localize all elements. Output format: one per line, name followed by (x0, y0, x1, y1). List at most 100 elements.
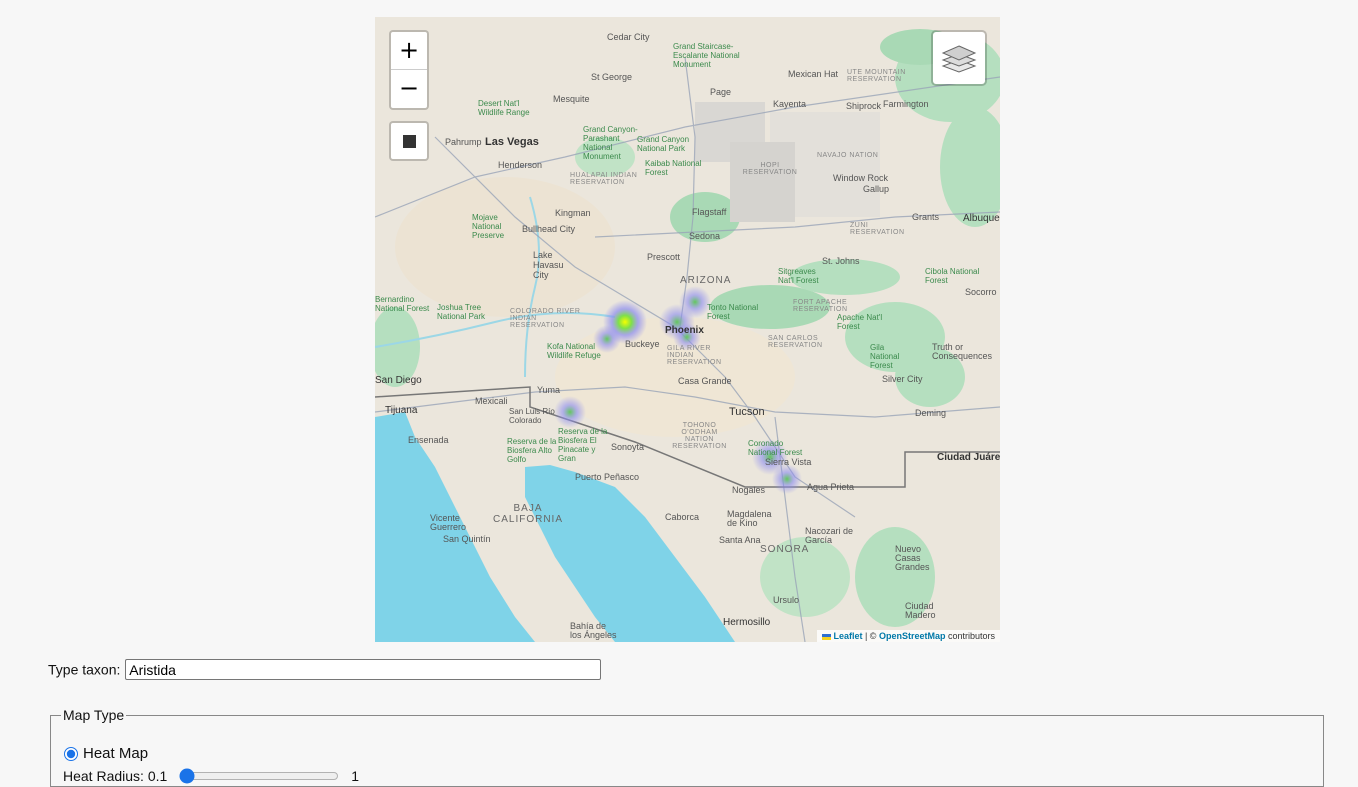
map-label: Prescott (647, 252, 681, 262)
map-label: Nuevo Casas Grandes (895, 544, 930, 572)
map-label: Grand Staircase-Escalante National Monum… (673, 42, 740, 69)
attribution-separator: | © (862, 631, 879, 641)
map-type-legend: Map Type (63, 707, 125, 723)
heat-radius-max-label: 1 (351, 768, 360, 784)
map-label: Vicente Guerrero (430, 513, 467, 532)
heat-map-option: Heat Map (64, 745, 148, 762)
map-label: Bullhead City (522, 224, 576, 234)
map-view[interactable]: Cedar City Grand Staircase-Escalante Nat… (375, 17, 1000, 642)
ukraine-flag-icon (822, 633, 832, 640)
map-label: Bernardino National Forest (375, 295, 430, 313)
map-label: Cibola National Forest (925, 267, 980, 285)
map-label: COLORADO RIVER INDIAN RESERVATION (510, 308, 581, 329)
map-label: Las Vegas (485, 136, 539, 148)
map-label: Ursulo (773, 595, 800, 605)
map-label: Nogales (732, 485, 766, 495)
heat-radius-row: Heat Radius: 0.1 1 (63, 768, 359, 784)
openstreetmap-link[interactable]: OpenStreetMap (879, 631, 946, 641)
map-label: Casa Grande (678, 376, 732, 386)
heat-map-radio[interactable] (64, 746, 78, 761)
map-label: Santa Ana (719, 535, 761, 545)
map-label: Puerto Peñasco (575, 472, 640, 482)
draw-rectangle-button[interactable] (389, 121, 429, 161)
map-label: Kaibab National Forest (645, 159, 702, 177)
map-label: TOHONO O'ODHAM NATION RESERVATION (672, 422, 727, 450)
layers-icon (941, 45, 977, 73)
map-label: St. Johns (822, 256, 860, 266)
zoom-out-button[interactable]: − (391, 70, 427, 107)
map-label: Apache Nat'l Forest (837, 313, 883, 331)
taxon-label: Type taxon: (48, 661, 121, 678)
heat-map-label: Heat Map (83, 745, 149, 762)
map-label: Coronado National Forest (748, 439, 803, 457)
map-label: Reserva de la Biosfera Alto Golfo (507, 437, 557, 464)
map-label: Mexicali (475, 396, 508, 406)
map-label: Grants (912, 212, 940, 222)
map-label: Henderson (498, 160, 543, 170)
map-label: Mexican Hat (788, 69, 839, 79)
map-label: Tonto National Forest (707, 303, 759, 321)
map-label: Sonoyta (611, 442, 645, 452)
map-label: Tucson (729, 406, 765, 418)
map-label: Sedona (689, 231, 721, 241)
map-label: Gila National Forest (870, 343, 900, 370)
map-label: BAJA CALIFORNIA (493, 503, 564, 525)
map-label: Mesquite (553, 94, 590, 104)
zoom-control: + − (389, 30, 429, 110)
map-label: Lake Havasu City (533, 250, 564, 280)
map-label: Buckeye (625, 339, 660, 349)
map-label: Magdalena de Kino (727, 509, 772, 528)
map-label: Kingman (555, 208, 591, 218)
map-label: Joshua Tree National Park (437, 303, 486, 321)
map-label: Pahrump (445, 137, 482, 147)
map-label: Ensenada (408, 435, 449, 445)
map-label: SAN CARLOS RESERVATION (768, 335, 823, 349)
map-label: Bahía de los Ángeles (570, 621, 617, 640)
map-label: Truth or Consequences (932, 342, 993, 361)
map-label: San Quintín (443, 534, 491, 544)
map-label: St George (591, 72, 633, 82)
map-label: Caborca (665, 512, 700, 522)
map-label: San Luis Río Colorado (509, 407, 555, 425)
layers-button[interactable] (931, 30, 987, 86)
taxon-row: Type taxon: (48, 659, 602, 680)
square-icon (402, 134, 416, 148)
map-label: Grand Canyon-Parashant National Monument (583, 125, 638, 161)
map-label: Deming (915, 408, 947, 418)
map-attribution: Leaflet | © OpenStreetMap contributors (817, 630, 1000, 642)
map-label: Flagstaff (692, 207, 727, 217)
taxon-input[interactable] (125, 659, 602, 680)
map-label: Reserva de la Biosfera El Pinacate y Gra… (558, 427, 608, 463)
map-label: Farmington (883, 99, 929, 109)
map-label: Tijuana (385, 405, 418, 416)
map-label: Sitgreaves Nat'l Forest (778, 267, 819, 285)
map-label: Socorro (965, 287, 997, 297)
leaflet-link[interactable]: Leaflet (833, 631, 862, 641)
heat-radius-slider[interactable] (179, 768, 340, 784)
map-label: Cedar City (607, 32, 650, 42)
map-label: Gallup (863, 184, 890, 194)
map-label: SONORA (760, 544, 810, 555)
attribution-suffix: contributors (945, 631, 995, 641)
map-label: Yuma (537, 385, 561, 395)
zoom-in-button[interactable]: + (391, 32, 427, 70)
map-label: Mojave National Preserve (472, 213, 505, 240)
heat-radius-label: Heat Radius: 0.1 (63, 768, 168, 784)
map-label: Sierra Vista (765, 457, 812, 467)
map-label: HUALAPAI INDIAN RESERVATION (570, 172, 638, 186)
map-label: Kofa National Wildlife Refuge (547, 342, 601, 360)
map-label: UTE MOUNTAIN RESERVATION (847, 69, 906, 83)
map-label: HOPI RESERVATION (742, 162, 798, 176)
map-label: Kayenta (773, 99, 807, 109)
map-label: Agua Prieta (807, 482, 855, 492)
map-label: Nacozari de García (805, 526, 854, 545)
map-label: Ciudad Juárez (937, 452, 1000, 463)
map-label: NAVAJO NATION (817, 152, 879, 159)
map-label: Hermosillo (723, 617, 771, 628)
map-label: ZUNI RESERVATION (850, 222, 905, 236)
map-label: Shiprock (846, 101, 882, 111)
map-type-fieldset: Map Type Heat Map Heat Radius: 0.1 1 (50, 707, 1324, 787)
map-label: San Diego (375, 375, 422, 386)
map-label: FORT APACHE RESERVATION (793, 299, 848, 313)
map-label: Window Rock (833, 173, 889, 183)
